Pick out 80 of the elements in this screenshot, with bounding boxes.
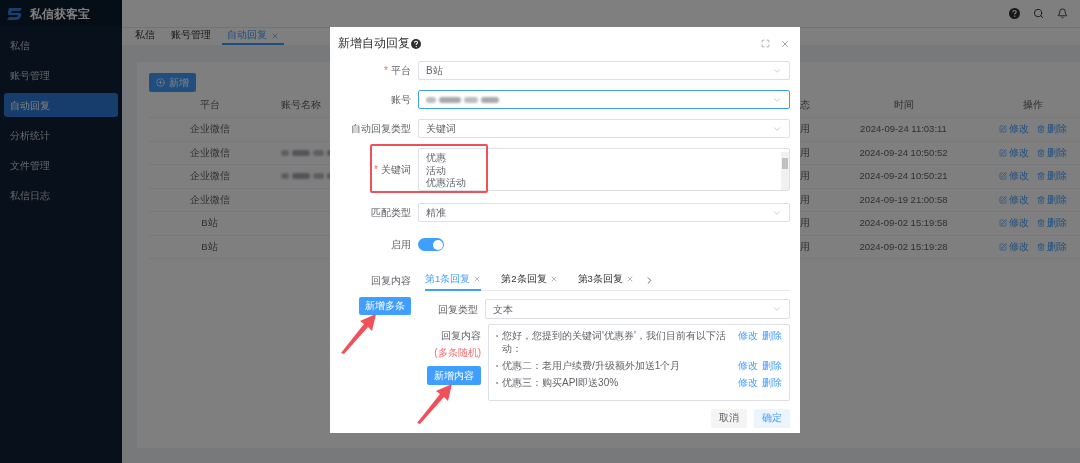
table-cell-text: 用	[800, 239, 811, 254]
page-tab[interactable]: 自动回复	[222, 28, 284, 45]
edit-link[interactable]: 修改	[1008, 192, 1029, 207]
new-button[interactable]: 新增	[149, 73, 196, 92]
delete-link[interactable]: 删除	[1046, 122, 1067, 137]
field-label: 匹配类型	[371, 207, 411, 218]
delete-link[interactable]: 删除	[1046, 192, 1067, 207]
edit-link[interactable]: 修改	[738, 376, 758, 389]
cancel-button[interactable]: 取消	[711, 409, 747, 428]
reply-text: 您好，您提到的关键词'优惠券'，我们目前有以下活动：	[502, 329, 727, 355]
required-mark: *	[384, 65, 388, 76]
note-text: (多条随机)	[434, 346, 481, 360]
column-header: 时间	[892, 98, 915, 113]
keyword-textarea[interactable]: 优惠 活动 优惠活动	[418, 148, 790, 191]
edit-link[interactable]: 修改	[1008, 239, 1029, 254]
table-cell-text: 2024-09-02 15:19:28	[858, 239, 949, 254]
select-field[interactable]: 关键词	[418, 119, 790, 138]
edit-link[interactable]: 修改	[1008, 122, 1029, 137]
sidebar-item[interactable]: 自动回复	[4, 93, 118, 117]
table-cell-text: B站	[200, 216, 219, 231]
select-field[interactable]: 文本	[485, 299, 790, 319]
app-title: 私信获客宝	[30, 5, 90, 23]
field-label: 回复内容	[441, 329, 481, 343]
add-content-button[interactable]: 新增内容	[427, 366, 481, 385]
reply-tab[interactable]: 第3条回复	[577, 269, 634, 291]
table-cell-text: 用	[800, 169, 811, 184]
add-multiple-button[interactable]: 新增多条	[359, 296, 411, 315]
field-label: 回复类型	[437, 302, 478, 317]
column-header: 操作	[1021, 98, 1044, 113]
delete-link[interactable]: 删除	[762, 359, 782, 372]
edit-link[interactable]: 修改	[1008, 145, 1029, 160]
field-label: 平台	[391, 65, 411, 76]
column-header: 态	[800, 98, 811, 113]
page-tab[interactable]: 账号管理	[166, 28, 216, 45]
reply-tab[interactable]: 第2条回复	[501, 269, 558, 291]
sidebar-item[interactable]: 文件管理	[4, 153, 118, 177]
table-cell-text: 用	[800, 145, 811, 160]
table-cell-text: 2024-09-24 11:03:11	[859, 122, 948, 137]
edit-link[interactable]: 修改	[1008, 216, 1029, 231]
edit-link[interactable]: 修改	[1008, 169, 1029, 184]
table-cell-text: 2024-09-24 10:50:52	[858, 145, 949, 160]
table-cell-text: 2024-09-19 21:00:58	[858, 192, 949, 207]
table-cell-text: 用	[800, 192, 811, 207]
table-cell-text: 企业微信	[188, 169, 231, 184]
dialog-title: 新增自动回复	[338, 35, 410, 51]
field-label: 关键词	[381, 164, 411, 175]
reply-text: 优惠二：老用户续费/升级额外加送1个月	[502, 359, 682, 372]
delete-link[interactable]: 删除	[1046, 216, 1067, 231]
select-field[interactable]: 精准	[418, 203, 790, 222]
column-header: 账号名称	[281, 98, 322, 113]
table-cell-text: 用	[800, 122, 811, 137]
table-cell-text: 2024-09-24 10:50:21	[858, 169, 949, 184]
table-cell-text: 企业微信	[188, 145, 231, 160]
delete-link[interactable]: 删除	[1046, 145, 1067, 160]
sidebar-item[interactable]: 账号管理	[4, 63, 118, 87]
field-label: 自动回复类型	[351, 123, 411, 134]
table-cell-text: 企业微信	[188, 192, 231, 207]
edit-link[interactable]: 修改	[738, 359, 758, 372]
table-cell-text: 2024-09-02 15:19:58	[858, 216, 949, 231]
field-label: 启用	[391, 239, 411, 250]
field-label: 回复内容	[371, 274, 411, 288]
table-cell-text: 用	[800, 216, 811, 231]
delete-link[interactable]: 删除	[1046, 169, 1067, 184]
edit-link[interactable]: 修改	[738, 329, 758, 342]
table-cell-text: B站	[200, 239, 219, 254]
table-cell-text: 企业微信	[188, 122, 231, 137]
column-header: 平台	[198, 98, 221, 113]
required-mark: *	[374, 164, 378, 175]
sidebar-item[interactable]: 私信日志	[4, 183, 118, 207]
reply-tab[interactable]: 第1条回复	[425, 269, 482, 291]
delete-link[interactable]: 删除	[1046, 239, 1067, 254]
confirm-button[interactable]: 确定	[754, 409, 790, 428]
delete-link[interactable]: 删除	[762, 329, 782, 342]
reply-text: 优惠三：购买API即送30%	[502, 376, 620, 389]
sidebar-item[interactable]: 分析统计	[4, 123, 118, 147]
sidebar-item[interactable]: 私信	[4, 33, 118, 57]
page-tab[interactable]: 私信	[130, 28, 160, 45]
delete-link[interactable]: 删除	[762, 376, 782, 389]
select-field[interactable]: B站	[418, 61, 790, 80]
field-label: 账号	[391, 94, 411, 105]
